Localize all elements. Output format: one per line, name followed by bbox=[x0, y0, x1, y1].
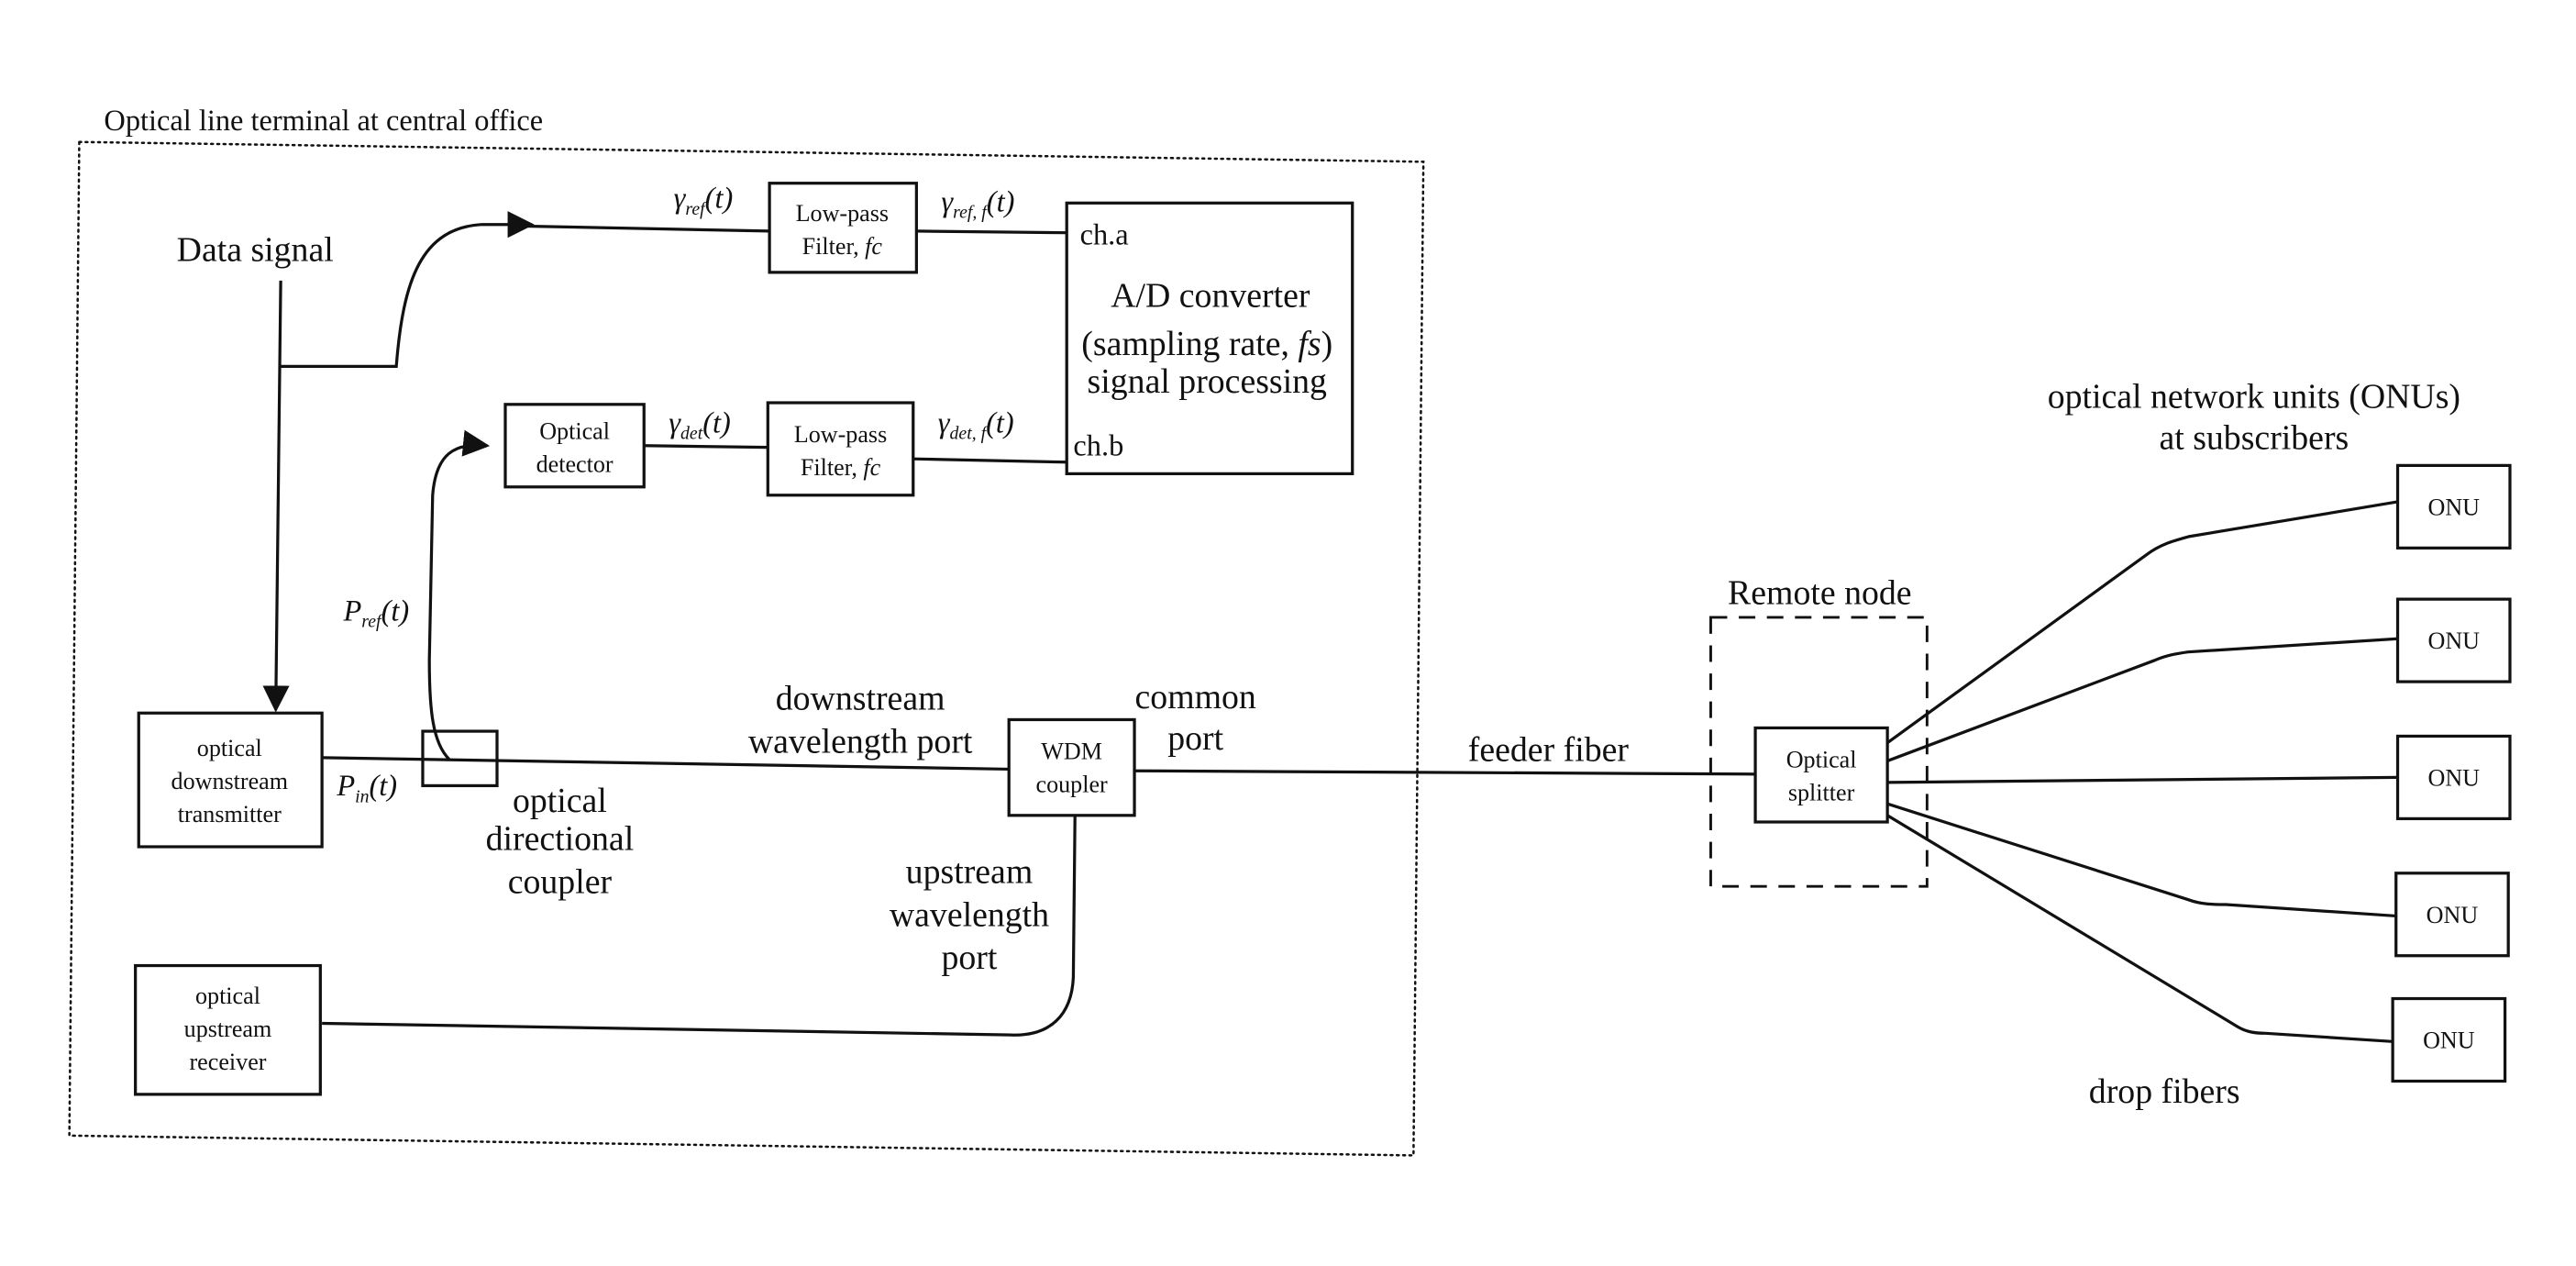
svg-text:Optical: Optical bbox=[539, 418, 610, 445]
det-line bbox=[644, 444, 768, 450]
low-pass-filter-ref: Low-pass Filter, fc bbox=[768, 182, 918, 274]
y-det-label: γdet(t) bbox=[669, 406, 731, 443]
svg-text:upstream: upstream bbox=[906, 853, 1034, 892]
y-ref-label: γref(t) bbox=[674, 183, 734, 219]
svg-text:optical: optical bbox=[195, 983, 260, 1009]
drop-fiber-3 bbox=[1887, 775, 2398, 784]
ad-converter: ch.a ch.b A/D converter (sampling rate, … bbox=[1065, 201, 1354, 475]
p-ref-label: Pref(t) bbox=[343, 595, 410, 632]
tap-line bbox=[427, 429, 491, 761]
y-det-f-label: γdet, f(t) bbox=[938, 406, 1014, 443]
optical-splitter: Optical splitter bbox=[1753, 726, 1889, 824]
svg-text:ONU: ONU bbox=[2423, 1027, 2475, 1054]
drop-fiber-5 bbox=[1886, 814, 2394, 1043]
onu-1: ONU bbox=[2395, 463, 2512, 550]
svg-text:splitter: splitter bbox=[1788, 780, 1855, 806]
p-in-label: Pin(t) bbox=[336, 770, 397, 806]
downstream-port-label: downstream wavelength port bbox=[748, 680, 973, 761]
svg-text:Low-pass: Low-pass bbox=[796, 200, 889, 227]
onu-5: ONU bbox=[2391, 996, 2507, 1083]
svg-text:optical network units (ONUs): optical network units (ONUs) bbox=[2048, 377, 2460, 416]
svg-text:port: port bbox=[1167, 719, 1223, 758]
drop-fibers-label: drop fibers bbox=[2089, 1072, 2240, 1111]
svg-text:signal processing: signal processing bbox=[1088, 362, 1327, 401]
svg-text:ONU: ONU bbox=[2427, 627, 2480, 654]
common-port-label: common port bbox=[1135, 678, 1256, 758]
svg-text:ch.a: ch.a bbox=[1080, 218, 1129, 251]
svg-text:coupler: coupler bbox=[508, 862, 613, 901]
svg-text:(sampling rate, fs): (sampling rate, fs) bbox=[1081, 325, 1332, 363]
pon-diagram: Optical line terminal at central office … bbox=[68, 105, 2512, 1157]
svg-text:port: port bbox=[942, 938, 998, 977]
svg-text:Optical: Optical bbox=[1786, 747, 1857, 773]
y-ref-f-label: γref, f(t) bbox=[941, 185, 1014, 222]
svg-text:optical: optical bbox=[197, 735, 262, 761]
svg-text:WDM: WDM bbox=[1041, 738, 1102, 765]
svg-text:common: common bbox=[1135, 678, 1256, 716]
drop-fibers bbox=[1886, 500, 2398, 1043]
data-signal-line bbox=[262, 280, 290, 713]
svg-text:Filter, fc: Filter, fc bbox=[801, 454, 881, 481]
optical-upstream-receiver: optical upstream receiver bbox=[134, 963, 322, 1096]
svg-text:coupler: coupler bbox=[1035, 772, 1108, 798]
ref-filtered-line bbox=[916, 229, 1067, 235]
svg-text:wavelength port: wavelength port bbox=[748, 722, 973, 761]
optical-detector: Optical detector bbox=[503, 403, 646, 489]
upstream-port-label: upstream wavelength port bbox=[890, 853, 1049, 978]
coupler-label: optical directional coupler bbox=[486, 782, 635, 901]
svg-text:A/D converter: A/D converter bbox=[1111, 277, 1310, 316]
low-pass-filter-det: Low-pass Filter, fc bbox=[766, 401, 915, 497]
drop-fiber-2 bbox=[1886, 637, 2398, 762]
drop-fiber-1 bbox=[1886, 500, 2398, 744]
feeder-fiber bbox=[1134, 769, 1757, 776]
wdm-coupler: WDM coupler bbox=[1007, 717, 1136, 817]
svg-text:ONU: ONU bbox=[2427, 494, 2480, 520]
svg-text:downstream: downstream bbox=[776, 680, 945, 718]
onu-3: ONU bbox=[2395, 734, 2512, 821]
svg-text:downstream: downstream bbox=[171, 768, 289, 794]
onus-title: optical network units (ONUs) at subscrib… bbox=[2048, 377, 2460, 457]
det-filtered-line bbox=[912, 457, 1067, 464]
svg-text:at subscribers: at subscribers bbox=[2159, 418, 2349, 457]
svg-text:Filter, fc: Filter, fc bbox=[802, 233, 883, 260]
svg-text:ONU: ONU bbox=[2427, 764, 2480, 791]
optical-downstream-transmitter: optical downstream transmitter bbox=[137, 711, 324, 849]
onu-4: ONU bbox=[2394, 872, 2510, 958]
svg-text:optical: optical bbox=[513, 782, 607, 820]
olt-title: Optical line terminal at central office bbox=[104, 105, 543, 138]
onu-2: ONU bbox=[2395, 597, 2512, 683]
svg-text:receiver: receiver bbox=[189, 1049, 266, 1075]
ref-line bbox=[525, 224, 770, 233]
svg-text:ch.b: ch.b bbox=[1073, 430, 1123, 463]
svg-text:wavelength: wavelength bbox=[890, 895, 1049, 934]
data-signal-label: Data signal bbox=[177, 230, 334, 269]
svg-text:detector: detector bbox=[536, 451, 614, 478]
svg-text:ONU: ONU bbox=[2427, 902, 2479, 928]
svg-text:directional: directional bbox=[486, 820, 635, 859]
svg-text:upstream: upstream bbox=[184, 1016, 272, 1042]
svg-text:transmitter: transmitter bbox=[178, 801, 282, 827]
svg-text:Low-pass: Low-pass bbox=[794, 421, 887, 448]
feeder-fiber-label: feeder fiber bbox=[1468, 730, 1630, 769]
svg-text:Remote node: Remote node bbox=[1728, 574, 1911, 613]
